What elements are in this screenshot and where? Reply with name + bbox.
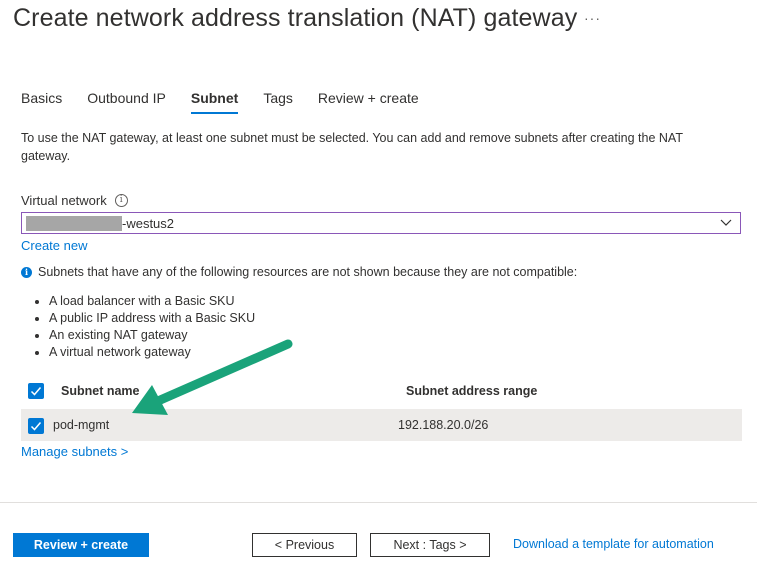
list-item: A virtual network gateway — [49, 344, 255, 361]
more-icon[interactable]: ··· — [584, 10, 601, 26]
page-title: Create network address translation (NAT)… — [13, 4, 578, 32]
tab-basics[interactable]: Basics — [21, 90, 62, 114]
subnet-name-cell: pod-mgmt — [53, 418, 110, 432]
subnet-description: To use the NAT gateway, at least one sub… — [21, 131, 683, 163]
check-icon — [30, 387, 42, 396]
previous-button[interactable]: < Previous — [252, 533, 357, 557]
next-tags-button[interactable]: Next : Tags > — [370, 533, 490, 557]
row-checkbox[interactable] — [28, 418, 44, 434]
virtual-network-label-text: Virtual network — [21, 193, 107, 208]
list-item: A load balancer with a Basic SKU — [49, 293, 255, 310]
info-icon[interactable]: i — [114, 194, 128, 207]
virtual-network-value: -westus2 — [122, 216, 175, 231]
check-icon — [30, 422, 42, 431]
tab-review-create[interactable]: Review + create — [318, 90, 419, 114]
select-all-checkbox[interactable] — [28, 383, 44, 399]
review-create-button[interactable]: Review + create — [13, 533, 149, 557]
info-icon: i — [21, 266, 32, 278]
annotation-arrow-icon — [132, 339, 293, 415]
footer-divider — [0, 502, 757, 503]
compatibility-notice: i Subnets that have any of the following… — [21, 265, 577, 279]
chevron-down-icon[interactable] — [720, 216, 732, 228]
incompatible-resources-list: A load balancer with a Basic SKU A publi… — [27, 293, 255, 361]
tab-outbound-ip[interactable]: Outbound IP — [87, 90, 166, 114]
table-row[interactable]: pod-mgmt 192.188.20.0/26 — [21, 409, 742, 441]
tab-subnet[interactable]: Subnet — [190, 90, 239, 114]
notice-text: Subnets that have any of the following r… — [38, 265, 578, 279]
virtual-network-label: Virtual network i — [21, 193, 128, 208]
column-subnet-range[interactable]: Subnet address range — [406, 384, 537, 398]
virtual-network-select[interactable]: -westus2 — [21, 212, 741, 234]
create-new-link[interactable]: Create new — [21, 238, 87, 253]
list-item: An existing NAT gateway — [49, 327, 255, 344]
table-header: Subnet name Subnet address range — [21, 380, 742, 408]
redacted-block — [26, 216, 122, 231]
subnet-range-cell: 192.188.20.0/26 — [398, 418, 489, 432]
manage-subnets-link[interactable]: Manage subnets > — [21, 444, 128, 459]
tab-tags[interactable]: Tags — [263, 90, 293, 114]
tab-bar: Basics Outbound IP Subnet Tags Review + … — [21, 90, 444, 114]
list-item: A public IP address with a Basic SKU — [49, 310, 255, 327]
download-template-link[interactable]: Download a template for automation — [513, 537, 714, 551]
column-subnet-name[interactable]: Subnet name — [61, 384, 140, 398]
